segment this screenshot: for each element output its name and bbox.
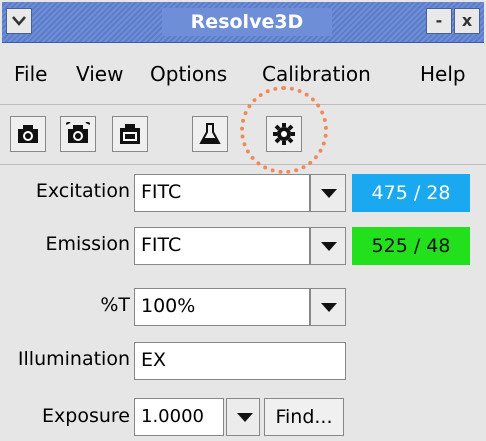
minimize-icon: -	[435, 11, 443, 30]
menu-options-label: Options	[150, 62, 228, 86]
menu-file[interactable]: File	[14, 62, 47, 86]
menu-view[interactable]: View	[76, 62, 123, 86]
menu-file-label: File	[14, 62, 48, 86]
excitation-dropdown-button[interactable]	[310, 174, 346, 212]
illumination-field[interactable]: EX	[134, 342, 346, 380]
emission-select[interactable]: FITC	[134, 227, 310, 265]
transmission-select[interactable]: 100%	[134, 288, 310, 326]
title-bar[interactable]: Resolve3D - x	[2, 2, 484, 43]
emission-dropdown-button[interactable]	[310, 227, 346, 265]
exposure-label: Exposure	[42, 405, 130, 427]
exposure-field[interactable]: 1.0000	[134, 398, 224, 436]
window-menu-button[interactable]	[6, 8, 32, 34]
close-icon: x	[461, 11, 473, 30]
stack-button[interactable]	[112, 116, 148, 152]
caret-down-icon	[321, 242, 337, 251]
camera-stack-icon	[120, 124, 140, 144]
snap-button[interactable]	[10, 116, 46, 152]
menu-view-label: View	[76, 62, 124, 86]
annotation-circle	[240, 86, 328, 174]
camera-icon	[18, 125, 38, 143]
caret-down-icon	[321, 303, 337, 312]
flask-button[interactable]	[192, 116, 228, 152]
exposure-dropdown-button[interactable]	[226, 398, 260, 436]
caret-down-icon	[321, 189, 337, 198]
resolve3d-window: Resolve3D - x File View Options Calibrat…	[0, 0, 486, 441]
close-button[interactable]: x	[454, 8, 480, 34]
emission-badge: 525 / 48	[352, 227, 470, 265]
chevron-down-icon	[12, 16, 26, 26]
menu-help[interactable]: Help	[420, 62, 466, 86]
excitation-badge: 475 / 28	[352, 174, 470, 212]
menu-calibration-label: Calibration	[262, 62, 371, 86]
find-button[interactable]: Find...	[264, 398, 344, 436]
menu-calibration[interactable]: Calibration	[262, 62, 371, 86]
illumination-label: Illumination	[17, 348, 130, 370]
emission-value: FITC	[141, 234, 182, 256]
excitation-select[interactable]: FITC	[134, 174, 310, 212]
transmission-dropdown-button[interactable]	[310, 288, 346, 326]
exposure-value: 1.0000	[141, 406, 204, 427]
transmission-value: 100%	[141, 295, 196, 317]
excitation-label: Excitation	[35, 180, 130, 202]
menu-options[interactable]: Options	[150, 62, 227, 86]
emission-label: Emission	[45, 233, 130, 255]
sequence-button[interactable]	[60, 116, 96, 152]
menu-bar: File View Options Calibration Help	[0, 44, 486, 105]
window-title: Resolve3D	[162, 8, 332, 36]
transmission-label: %T	[100, 294, 130, 316]
illumination-value: EX	[141, 349, 167, 371]
camera-sequence-icon	[66, 122, 90, 143]
minimize-button[interactable]: -	[426, 8, 452, 34]
excitation-value: FITC	[141, 181, 182, 203]
menu-help-label: Help	[420, 62, 466, 86]
flask-icon	[199, 123, 221, 144]
caret-down-icon	[237, 413, 253, 422]
